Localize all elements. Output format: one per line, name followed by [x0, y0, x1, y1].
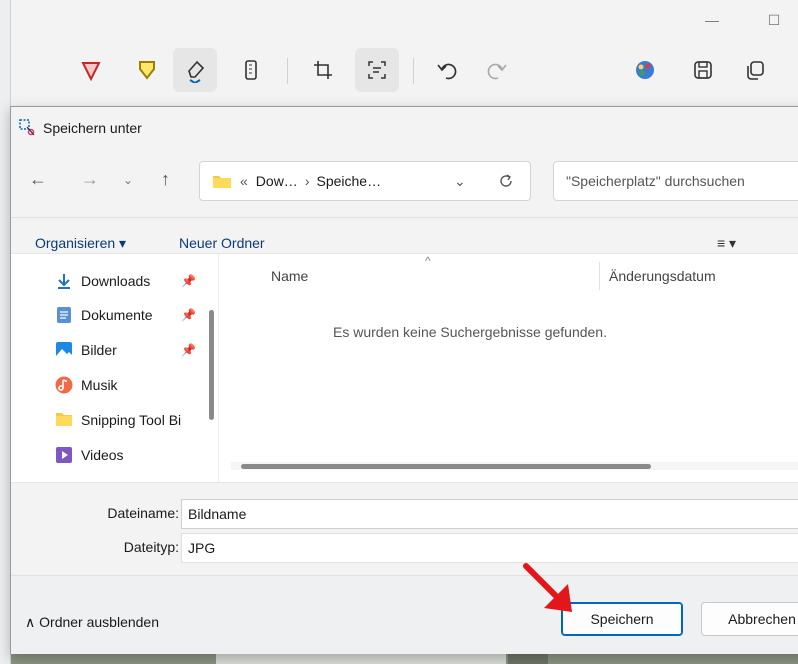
paint-palette-icon [636, 61, 654, 79]
eraser-button[interactable] [173, 48, 217, 92]
pen-red-icon [81, 62, 101, 81]
pin-icon: 📌 [181, 274, 196, 288]
folder-icon [56, 413, 72, 426]
annotation-arrow-icon [523, 563, 572, 612]
back-arrow-icon[interactable]: ← [29, 169, 47, 190]
crop-icon [314, 61, 332, 79]
ruler-button[interactable] [229, 48, 273, 92]
address-bar[interactable]: « Dow… › Speiche… ⌄ [199, 161, 531, 201]
sort-up-icon: ^ [425, 254, 431, 268]
navigation-scrollbar[interactable] [209, 310, 214, 420]
save-as-dialog: Speichern unter ← → ⌄ ↑ « Dow… › Speiche… [10, 106, 798, 654]
paint-button[interactable] [623, 48, 667, 92]
redo-button[interactable] [475, 48, 519, 92]
filetype-label: Dateityp: [123, 539, 179, 555]
column-header-name[interactable]: Name [271, 268, 308, 284]
nav-item-pictures[interactable]: Bilder [55, 335, 117, 365]
download-icon [58, 274, 70, 289]
maximize-button[interactable]: ☐ [759, 8, 789, 32]
empty-results-message: Es wurden keine Suchergebnisse gefunden. [333, 324, 607, 340]
nav-item-documents[interactable]: Dokumente [55, 300, 153, 330]
file-browser: Downloads 📌 Dokumente 📌 Bilder 📌 Musik S… [11, 253, 798, 483]
hide-folders-toggle[interactable]: ∧ Ordner ausblenden [25, 614, 159, 631]
highlighter-button[interactable] [125, 48, 169, 92]
file-list: Name ^ Änderungsdatum Es wurden keine Su… [218, 254, 798, 482]
forward-arrow-icon[interactable]: → [81, 169, 99, 190]
organize-menu[interactable]: Organisieren ▾ [35, 235, 126, 252]
dialog-footer: ∧ Ordner ausblenden Speichern Abbrechen [11, 575, 798, 654]
nav-item-snipping-folder[interactable]: Snipping Tool Bi [55, 405, 181, 435]
filetype-select[interactable]: JPG [181, 533, 798, 563]
tool-toolbar [11, 42, 798, 100]
breadcrumb-downloads[interactable]: Dow… [256, 173, 298, 189]
filename-label: Dateiname: [107, 505, 179, 521]
navigation-pane: Downloads 📌 Dokumente 📌 Bilder 📌 Musik S… [11, 254, 216, 482]
undo-button[interactable] [425, 48, 469, 92]
copy-icon [747, 61, 764, 80]
dialog-title: Speichern unter [43, 120, 142, 136]
filename-field[interactable]: Bildname [181, 499, 798, 529]
highlighter-icon [139, 61, 155, 80]
search-placeholder: "Speicherplatz" durchsuchen [566, 173, 745, 189]
nav-item-label: Bilder [81, 342, 117, 358]
column-divider[interactable] [599, 262, 600, 290]
music-icon [55, 376, 73, 394]
folder-icon [213, 176, 231, 188]
pictures-icon [56, 342, 72, 358]
search-input[interactable]: "Speicherplatz" durchsuchen [553, 161, 798, 201]
ballpoint-pen-button[interactable] [69, 48, 113, 92]
save-icon [694, 61, 712, 79]
nav-item-downloads[interactable]: Downloads [55, 266, 150, 296]
document-icon [57, 307, 71, 323]
navigation-bar: ← → ⌄ ↑ « Dow… › Speiche… ⌄ "Speicherpla… [11, 155, 798, 207]
videos-icon [56, 447, 72, 463]
save-toolbar-button[interactable] [681, 48, 725, 92]
toolbar-divider [413, 58, 414, 84]
text-actions-button[interactable] [355, 48, 399, 92]
nav-item-music[interactable]: Musik [55, 370, 118, 400]
redo-icon [487, 63, 507, 80]
column-header-date[interactable]: Änderungsdatum [609, 268, 716, 284]
pin-icon: 📌 [181, 308, 196, 322]
dialog-titlebar: Speichern unter [11, 107, 798, 149]
nav-item-label: Videos [81, 447, 124, 463]
crop-button[interactable] [301, 48, 345, 92]
nav-item-label: Downloads [81, 273, 151, 289]
text-actions-icon [368, 61, 386, 79]
breadcrumb-current[interactable]: Speiche… [316, 173, 381, 189]
pin-icon: 📌 [181, 343, 196, 357]
recent-locations-chevron-icon[interactable]: ⌄ [123, 173, 133, 187]
nav-item-videos[interactable]: Videos [55, 440, 124, 470]
new-folder-button[interactable]: Neuer Ordner [179, 235, 265, 251]
minimize-button[interactable]: — [697, 8, 727, 32]
filetype-value: JPG [188, 540, 216, 556]
eraser-icon [188, 60, 205, 83]
snipping-tool-icon [19, 119, 35, 136]
horizontal-scrollbar[interactable] [241, 464, 651, 469]
toolbar-divider [287, 58, 288, 84]
tool-titlebar: — ☐ [11, 0, 798, 42]
address-dropdown-chevron-icon[interactable]: ⌄ [454, 173, 466, 190]
nav-item-label: Snipping Tool Bi [81, 412, 182, 428]
nav-item-label: Musik [81, 377, 118, 393]
view-options-button[interactable]: ≡ ▾ [717, 235, 736, 252]
breadcrumb-overflow[interactable]: « [240, 173, 248, 189]
cancel-button[interactable]: Abbrechen [701, 602, 798, 636]
ruler-icon [245, 60, 257, 80]
filename-value: Bildname [188, 506, 247, 522]
nav-item-label: Dokumente [81, 307, 153, 323]
refresh-icon[interactable] [498, 173, 514, 189]
file-form: Dateiname: Bildname Dateityp: JPG [11, 491, 798, 571]
breadcrumb-separator: › [304, 173, 310, 189]
up-arrow-icon[interactable]: ↑ [161, 169, 170, 190]
copy-toolbar-button[interactable] [733, 48, 777, 92]
undo-icon [437, 63, 457, 80]
